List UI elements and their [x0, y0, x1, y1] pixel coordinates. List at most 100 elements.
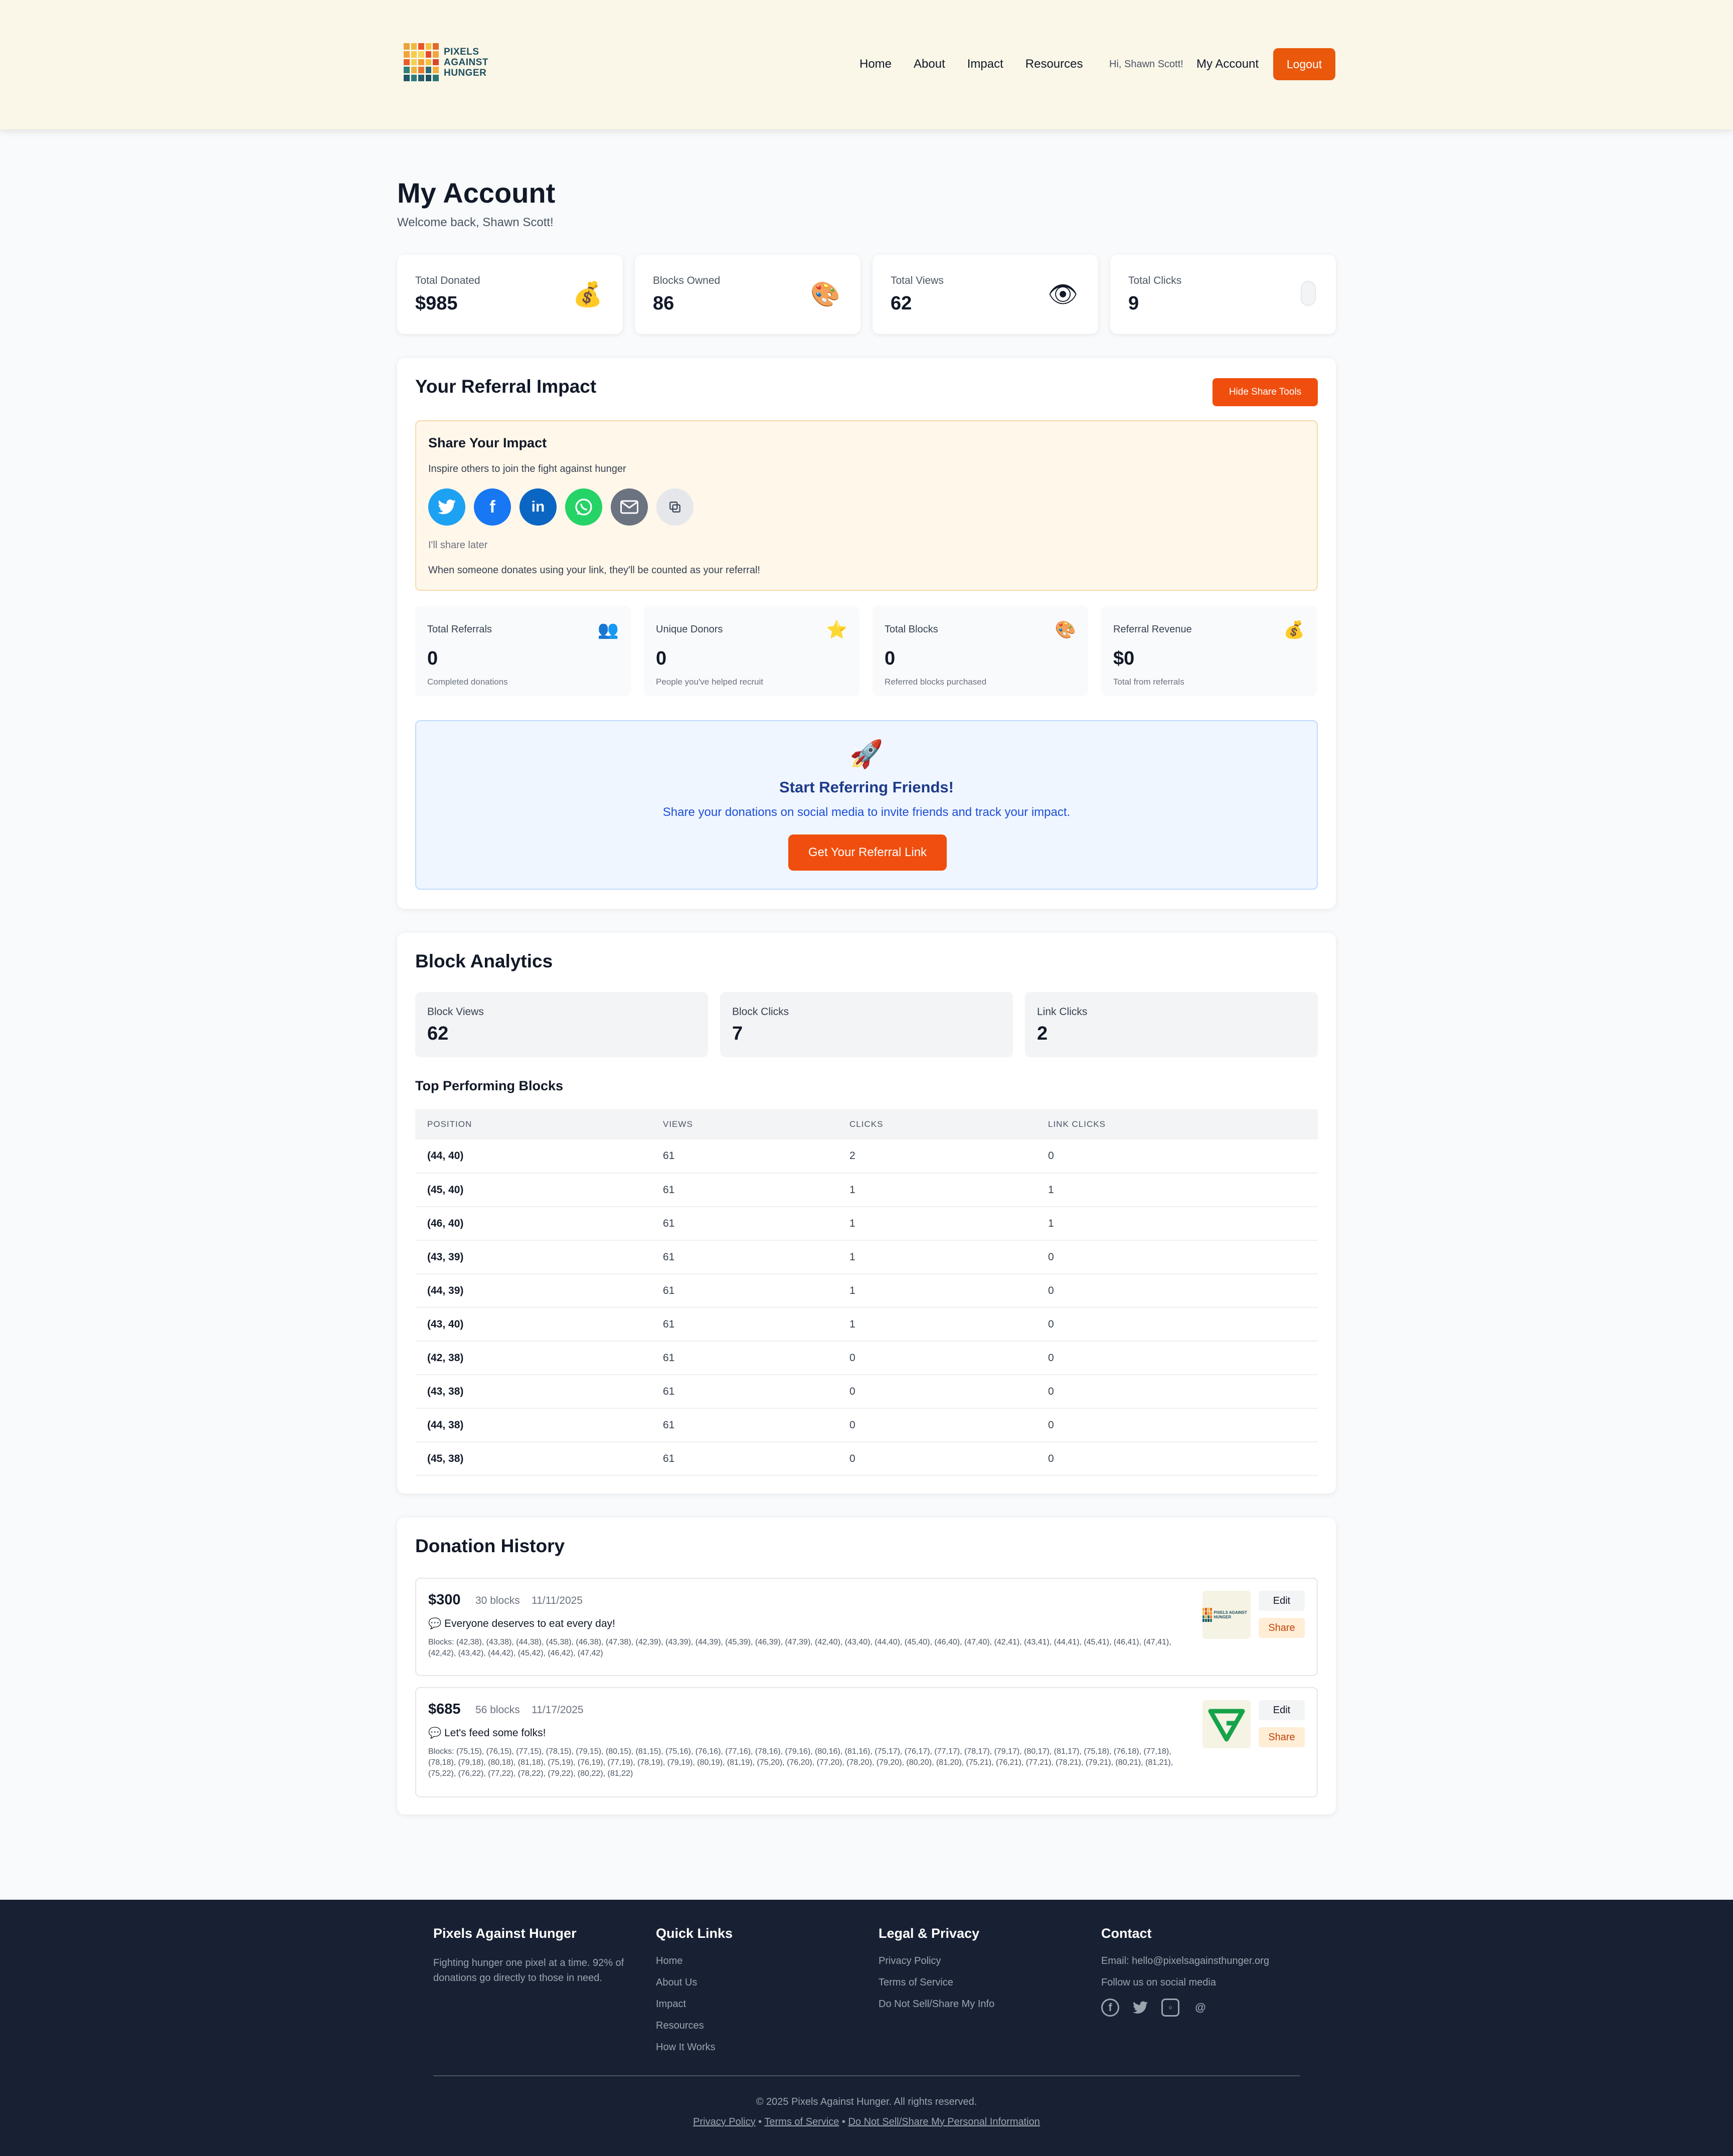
footer-email-link[interactable]: Email: hello@pixelsagainsthunger.org: [1101, 1955, 1269, 1967]
eye-icon: 👁: [1048, 281, 1078, 308]
linkedin-share-icon[interactable]: in: [519, 488, 557, 526]
twitter-icon[interactable]: [1131, 1999, 1149, 2017]
footer-link-do-not-sell[interactable]: Do Not Sell/Share My Info: [879, 1999, 994, 2010]
share-impact-box: Share Your Impact Inspire others to join…: [415, 420, 1318, 591]
stat-value: 9: [1128, 293, 1139, 314]
cell-clicks: 0: [837, 1341, 1036, 1375]
table-row: (45, 38) 61 0 0: [415, 1442, 1318, 1476]
footer-link-impact[interactable]: Impact: [656, 1999, 733, 2010]
bottom-link-terms[interactable]: Terms of Service: [764, 2116, 839, 2127]
stat-label: Total Clicks: [1128, 275, 1182, 286]
donation-message: 💬 Everyone deserves to eat every day!: [428, 1618, 615, 1629]
footer-link-about[interactable]: About Us: [656, 1977, 733, 1988]
donation-amount: $300: [428, 1592, 461, 1608]
cell-link-clicks: 0: [1036, 1274, 1318, 1308]
cell-clicks: 0: [837, 1442, 1036, 1476]
bottom-link-privacy[interactable]: Privacy Policy: [693, 2116, 755, 2127]
footer-link-privacy[interactable]: Privacy Policy: [879, 1955, 994, 1967]
cell-views: 61: [651, 1139, 837, 1174]
cell-link-clicks: 0: [1036, 1442, 1318, 1476]
nav-my-account[interactable]: My Account: [1196, 48, 1259, 80]
people-icon: 👥: [597, 620, 619, 639]
footer-bottom-links: Privacy Policy • Terms of Service • Do N…: [0, 2116, 1733, 2128]
ref-card-value: 0: [885, 648, 896, 669]
cell-views: 61: [651, 1442, 837, 1476]
donation-date: 11/11/2025: [532, 1595, 583, 1606]
start-referring-box: 🚀 Start Referring Friends! Share your do…: [415, 720, 1318, 890]
ref-card-caption: Completed donations: [427, 677, 508, 687]
nav-impact[interactable]: Impact: [967, 57, 1003, 71]
g-logo-icon: [1202, 1700, 1251, 1748]
cell-link-clicks: 1: [1036, 1173, 1318, 1207]
nav-resources[interactable]: Resources: [1025, 57, 1083, 71]
donation-item: $685 56 blocks 11/17/2025 💬 Let's feed s…: [415, 1687, 1318, 1797]
copy-link-icon[interactable]: [656, 488, 694, 526]
share-donation-button[interactable]: Share: [1259, 1727, 1305, 1747]
cell-clicks: 1: [837, 1274, 1036, 1308]
cell-position: (42, 38): [415, 1341, 651, 1375]
stat-total-views: Total Views 62 👁: [873, 255, 1098, 334]
instagram-icon[interactable]: ◦: [1161, 1999, 1179, 2017]
cell-clicks: 1: [837, 1307, 1036, 1342]
referral-card-revenue: Referral Revenue 💰 $0 Total from referra…: [1101, 606, 1317, 696]
analytics-block-views: Block Views 62: [415, 992, 708, 1057]
ref-card-label: Total Referrals: [427, 624, 492, 635]
footer-link-terms[interactable]: Terms of Service: [879, 1977, 994, 1988]
whatsapp-share-icon[interactable]: [565, 488, 602, 526]
money-bag-icon: 💰: [573, 281, 603, 308]
share-subtitle: Inspire others to join the fight against…: [428, 463, 626, 474]
twitter-share-icon[interactable]: [428, 488, 465, 526]
footer-link-home[interactable]: Home: [656, 1955, 733, 1967]
mouse-icon: [1301, 281, 1316, 306]
cell-views: 61: [651, 1173, 837, 1207]
hide-share-tools-button[interactable]: Hide Share Tools: [1212, 378, 1318, 406]
referral-card-unique-donors: Unique Donors ⭐ 0 People you've helped r…: [644, 606, 859, 696]
analytics-title: Block Analytics: [415, 951, 553, 971]
bottom-link-do-not-sell[interactable]: Do Not Sell/Share My Personal Informatio…: [848, 2116, 1039, 2127]
nav-about[interactable]: About: [914, 57, 945, 71]
palette-icon: 🎨: [1055, 620, 1076, 639]
cell-views: 61: [651, 1341, 837, 1375]
site-logo[interactable]: PIXELS AGAINST HUNGER: [404, 43, 499, 81]
top-blocks-title: Top Performing Blocks: [415, 1078, 564, 1093]
footer-link-how-it-works[interactable]: How It Works: [656, 2042, 733, 2053]
donation-message: 💬 Let's feed some folks!: [428, 1727, 546, 1739]
share-title: Share Your Impact: [428, 435, 547, 450]
table-row: (43, 39) 61 1 0: [415, 1240, 1318, 1274]
cell-views: 61: [651, 1207, 837, 1241]
analytics-value: 2: [1037, 1023, 1048, 1044]
footer-contact-title: Contact: [1101, 1926, 1152, 1941]
footer-social-icons: f ◦ @: [1101, 1999, 1269, 2017]
logo-pixel-icon: [404, 43, 439, 81]
palette-icon: 🎨: [810, 281, 840, 308]
table-row: (42, 38) 61 0 0: [415, 1341, 1318, 1375]
cell-position: (44, 40): [415, 1139, 651, 1174]
nav-home[interactable]: Home: [859, 57, 892, 71]
share-donation-button[interactable]: Share: [1259, 1618, 1305, 1638]
table-header-row: POSITION VIEWS CLICKS LINK CLICKS: [415, 1109, 1318, 1139]
referral-card-total-blocks: Total Blocks 🎨 0 Referred blocks purchas…: [873, 606, 1088, 696]
facebook-share-icon[interactable]: f: [474, 488, 511, 526]
footer-link-resources[interactable]: Resources: [656, 2020, 733, 2032]
share-later-link[interactable]: I'll share later: [428, 540, 487, 551]
rocket-icon: 🚀: [849, 739, 884, 769]
threads-icon[interactable]: @: [1191, 1999, 1209, 2017]
donation-blocks-count: 56 blocks: [475, 1704, 520, 1716]
footer-about-text: Fighting hunger one pixel at a time. 92%…: [433, 1957, 624, 1983]
facebook-icon[interactable]: f: [1101, 1999, 1119, 2017]
money-bag-icon: 💰: [1283, 620, 1305, 639]
col-views: VIEWS: [651, 1109, 837, 1139]
footer-contact: Contact Email: hello@pixelsagainsthunger…: [1101, 1926, 1269, 2017]
logout-button[interactable]: Logout: [1273, 48, 1335, 80]
footer-quick-title: Quick Links: [656, 1926, 733, 1941]
get-referral-link-button[interactable]: Get Your Referral Link: [788, 835, 947, 871]
referral-title: Your Referral Impact: [415, 376, 597, 397]
donation-image-thumbnail: PIXELS AGAINST HUNGER: [1202, 1591, 1251, 1639]
email-share-icon[interactable]: [611, 488, 648, 526]
edit-donation-button[interactable]: Edit: [1259, 1591, 1305, 1611]
analytics-label: Block Views: [427, 1006, 484, 1018]
ref-card-caption: Referred blocks purchased: [885, 677, 987, 687]
cell-link-clicks: 0: [1036, 1341, 1318, 1375]
stat-blocks-owned: Blocks Owned 86 🎨: [635, 255, 860, 334]
edit-donation-button[interactable]: Edit: [1259, 1700, 1305, 1720]
